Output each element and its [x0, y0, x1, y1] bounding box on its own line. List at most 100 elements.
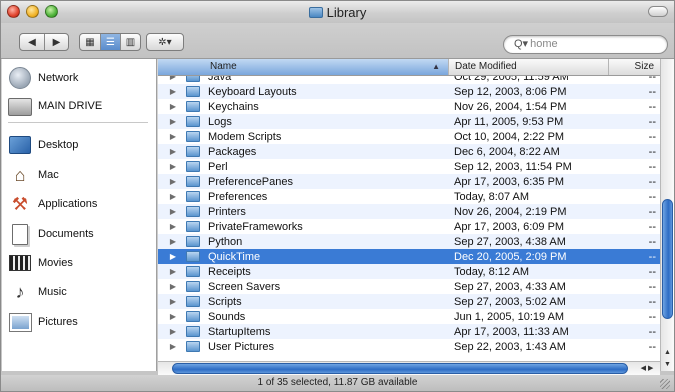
folder-icon [186, 251, 200, 262]
table-row[interactable]: ▶ User Pictures Sep 22, 2003, 1:43 AM -- [158, 339, 660, 354]
horizontal-scroll-arrows[interactable]: ◀ ▶ [634, 362, 660, 375]
table-row[interactable]: ▶ Keychains Nov 26, 2004, 1:54 PM -- [158, 99, 660, 114]
column-header-name-label: Name [210, 61, 237, 72]
file-size: -- [648, 250, 656, 263]
sidebar-item-desktop[interactable]: Desktop [8, 132, 78, 158]
disclosure-triangle-icon[interactable]: ▶ [158, 312, 180, 321]
folder-icon [186, 311, 200, 322]
resize-grip-icon[interactable] [660, 379, 670, 389]
table-row[interactable]: ▶ Modem Scripts Oct 10, 2004, 2:22 PM -- [158, 129, 660, 144]
disclosure-triangle-icon[interactable]: ▶ [158, 297, 180, 306]
file-size: -- [648, 100, 656, 113]
column-header-name[interactable]: Name ▲ [158, 59, 448, 75]
forward-button[interactable]: ▶ [43, 34, 68, 50]
sidebar-item-mac[interactable]: ⌂ Mac [8, 162, 59, 188]
disclosure-triangle-icon[interactable]: ▶ [158, 162, 180, 171]
action-menu-button[interactable]: ✲▾ [146, 33, 184, 51]
disclosure-triangle-icon[interactable]: ▶ [158, 76, 180, 81]
column-view-button[interactable]: ▥ [120, 34, 140, 50]
table-row[interactable]: ▶ Logs Apr 11, 2005, 9:53 PM -- [158, 114, 660, 129]
vertical-scroll-thumb[interactable] [662, 199, 673, 319]
sidebar-item-network[interactable]: Network [8, 65, 78, 91]
horizontal-scroll-thumb[interactable] [172, 363, 628, 374]
table-row[interactable]: ▶ Perl Sep 12, 2003, 11:54 PM -- [158, 159, 660, 174]
folder-icon [186, 116, 200, 127]
disclosure-triangle-icon[interactable]: ▶ [158, 267, 180, 276]
sidebar-item-label: MAIN DRIVE [38, 100, 103, 112]
column-header-size[interactable]: Size [608, 59, 660, 75]
icon-view-button[interactable]: ▦ [80, 34, 100, 50]
disclosure-triangle-icon[interactable]: ▶ [158, 222, 180, 231]
table-row[interactable]: ▶ Packages Dec 6, 2004, 8:22 AM -- [158, 144, 660, 159]
toolbar-toggle-button[interactable] [648, 6, 668, 17]
table-row[interactable]: ▶ Screen Savers Sep 27, 2003, 4:33 AM -- [158, 279, 660, 294]
file-name: Sounds [208, 310, 246, 323]
file-size: -- [648, 190, 656, 203]
file-date: Sep 27, 2003, 4:38 AM [454, 235, 566, 248]
table-row[interactable]: ▶ PreferencePanes Apr 17, 2003, 6:35 PM -- [158, 174, 660, 189]
sidebar-item-movies[interactable]: Movies [8, 250, 73, 276]
table-row[interactable]: ▶ Receipts Today, 8:12 AM -- [158, 264, 660, 279]
file-date: Apr 17, 2003, 6:09 PM [454, 220, 565, 233]
table-row[interactable]: ▶ StartupItems Apr 17, 2003, 11:33 AM -- [158, 324, 660, 339]
file-size: -- [648, 76, 656, 83]
table-row[interactable]: ▶ Scripts Sep 27, 2003, 5:02 AM -- [158, 294, 660, 309]
disclosure-triangle-icon[interactable]: ▶ [158, 87, 180, 96]
table-row[interactable]: ▶ PrivateFrameworks Apr 17, 2003, 6:09 PM -… [158, 219, 660, 234]
file-size: -- [648, 220, 656, 233]
folder-icon [186, 221, 200, 232]
folder-icon [186, 86, 200, 97]
disclosure-triangle-icon[interactable]: ▶ [158, 252, 180, 261]
disclosure-triangle-icon[interactable]: ▶ [158, 177, 180, 186]
movies-icon [9, 255, 31, 271]
table-row[interactable]: ▶ QuickTime Dec 20, 2005, 2:09 PM -- [158, 249, 660, 264]
network-icon [9, 67, 31, 89]
title-bar[interactable]: Library [1, 1, 674, 23]
table-row[interactable]: ▶ Preferences Today, 8:07 AM -- [158, 189, 660, 204]
table-row[interactable]: ▶ Printers Nov 26, 2004, 2:19 PM -- [158, 204, 660, 219]
icon-view-icon: ▦ [85, 36, 95, 48]
disclosure-triangle-icon[interactable]: ▶ [158, 147, 180, 156]
file-date: Nov 26, 2004, 2:19 PM [454, 205, 567, 218]
sidebar: Network MAIN DRIVE Desktop ⌂ Mac ⚒ Appli… [2, 59, 157, 371]
sidebar-item-main-drive[interactable]: MAIN DRIVE [8, 93, 102, 119]
horizontal-scrollbar[interactable]: ◀ ▶ [158, 361, 660, 375]
disclosure-triangle-icon[interactable]: ▶ [158, 207, 180, 216]
disclosure-triangle-icon[interactable]: ▶ [158, 102, 180, 111]
disclosure-triangle-icon[interactable]: ▶ [158, 342, 180, 351]
sidebar-item-music[interactable]: ♪ Music [8, 279, 67, 305]
file-rows: ▶ Java Oct 29, 2005, 11:59 AM -- ▶ Keyboard L… [158, 76, 660, 371]
column-header-date[interactable]: Date Modified [448, 59, 608, 75]
disclosure-triangle-icon[interactable]: ▶ [158, 282, 180, 291]
disclosure-triangle-icon[interactable]: ▶ [158, 237, 180, 246]
file-name: QuickTime [208, 250, 261, 263]
sidebar-item-documents[interactable]: Documents [8, 221, 94, 247]
sidebar-item-applications[interactable]: ⚒ Applications [8, 191, 97, 217]
table-row[interactable]: ▶ Java Oct 29, 2005, 11:59 AM -- [158, 76, 660, 84]
file-date: Sep 12, 2003, 11:54 PM [454, 160, 572, 173]
file-name: PreferencePanes [208, 175, 293, 188]
back-button[interactable]: ◀ [20, 34, 44, 50]
folder-icon [186, 146, 200, 157]
folder-icon [308, 7, 323, 18]
file-size: -- [648, 130, 656, 143]
vertical-scrollbar[interactable]: ▲ ▼ [660, 59, 674, 371]
back-forward-control: ◀ ▶ [19, 33, 69, 51]
disclosure-triangle-icon[interactable]: ▶ [158, 327, 180, 336]
disclosure-triangle-icon[interactable]: ▶ [158, 132, 180, 141]
folder-icon [186, 76, 200, 82]
disclosure-triangle-icon[interactable]: ▶ [158, 117, 180, 126]
disclosure-triangle-icon[interactable]: ▶ [158, 192, 180, 201]
documents-icon [12, 223, 28, 245]
file-size: -- [648, 145, 656, 158]
table-row[interactable]: ▶ Python Sep 27, 2003, 4:38 AM -- [158, 234, 660, 249]
file-name: PrivateFrameworks [208, 220, 303, 233]
file-date: Apr 17, 2003, 6:35 PM [454, 175, 565, 188]
sidebar-item-pictures[interactable]: Pictures [8, 309, 78, 335]
list-view-button[interactable]: ☰ [99, 34, 120, 50]
column-header-date-label: Date Modified [455, 61, 517, 72]
table-row[interactable]: ▶ Keyboard Layouts Sep 12, 2003, 8:06 PM -- [158, 84, 660, 99]
table-row[interactable]: ▶ Sounds Jun 1, 2005, 10:19 AM -- [158, 309, 660, 324]
vertical-scroll-arrows[interactable]: ▲ ▼ [661, 347, 674, 371]
search-field[interactable]: Q▾ home [503, 35, 668, 54]
